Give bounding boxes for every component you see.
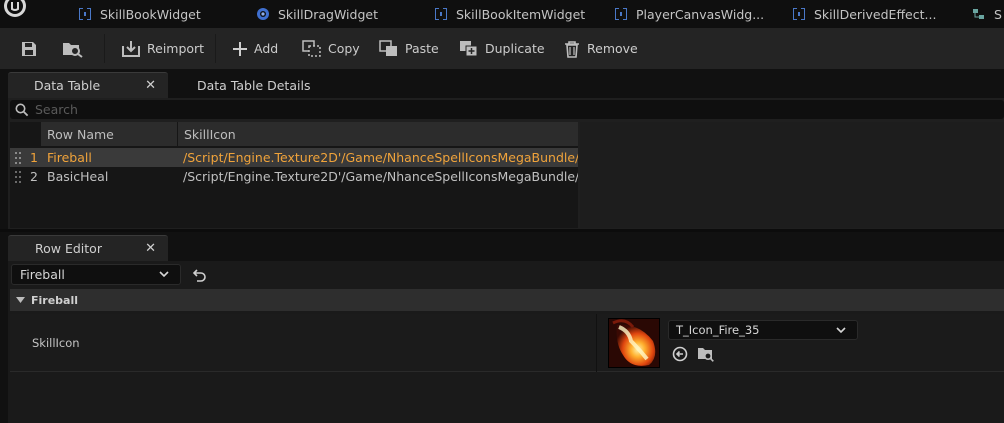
browse-to-asset-icon — [62, 40, 84, 58]
asset-tab-skillderivedeffect[interactable]: SkillDerivedEffect... — [792, 0, 936, 28]
duplicate-row-button[interactable]: Duplicate — [459, 28, 545, 69]
asset-tab-overflow[interactable]: S — [972, 0, 1002, 28]
unreal-logo-icon[interactable] — [4, 0, 26, 22]
column-header-label: SkillIcon — [184, 126, 236, 142]
asset-tab-label: S — [994, 6, 1002, 22]
asset-tab-label: SkillDragWidget — [278, 6, 378, 22]
row-selector-dropdown[interactable]: Fireball — [11, 264, 181, 285]
drag-handle-icon[interactable] — [15, 171, 21, 183]
column-header-label: Row Name — [47, 126, 114, 142]
property-row-skillicon: SkillIcon T_Icon_Fire_35 — [10, 314, 1004, 372]
data-table-tab-bar: Data Table ✕ Data Table Details — [0, 69, 1004, 98]
asset-picker-dropdown[interactable]: T_Icon_Fire_35 — [668, 320, 858, 340]
column-header-skillicon[interactable]: SkillIcon — [178, 122, 578, 146]
reset-row-button[interactable] — [191, 268, 207, 282]
data-table-empty-area — [580, 122, 1004, 228]
save-button[interactable] — [20, 28, 38, 69]
row-skillicon-value: /Script/Engine.Texture2D'/Game/NhanceSpe… — [183, 169, 578, 184]
asset-tab-label: SkillBookItemWidget — [456, 6, 586, 22]
row-skillicon-value: /Script/Engine.Texture2D'/Game/NhanceSpe… — [183, 150, 578, 165]
copy-icon — [302, 39, 322, 58]
tab-row-editor[interactable]: Row Editor ✕ — [8, 235, 168, 261]
remove-row-button[interactable]: Remove — [563, 28, 638, 69]
tab-data-table-details[interactable]: Data Table Details — [170, 72, 350, 98]
column-header-row-name[interactable]: Row Name — [41, 122, 177, 146]
search-box[interactable] — [10, 100, 1004, 119]
asset-picker-value: T_Icon_Fire_35 — [676, 323, 760, 337]
table-row[interactable]: 2 BasicHeal /Script/Engine.Texture2D'/Ga… — [10, 167, 578, 186]
toolbar: Reimport Add Copy Paste Duplicate Remove — [0, 28, 1004, 69]
paste-label: Paste — [405, 41, 439, 56]
category-header[interactable]: Fireball — [10, 289, 1004, 311]
property-label: SkillIcon — [32, 336, 80, 350]
drag-handle-icon[interactable] — [15, 152, 21, 164]
duplicate-icon — [459, 40, 479, 58]
plus-icon — [232, 41, 248, 57]
chevron-down-icon — [835, 324, 847, 336]
row-name: Fireball — [47, 150, 92, 165]
asset-tab-label: SkillBookWidget — [100, 6, 201, 22]
undo-icon — [191, 268, 207, 282]
browse-folder-search-icon — [697, 346, 714, 362]
asset-tab-label: SkillDerivedEffect... — [814, 6, 937, 22]
tab-label: Data Table — [34, 78, 101, 93]
data-asset-icon — [972, 7, 986, 21]
category-label: Fireball — [31, 293, 79, 307]
tab-label: Row Editor — [35, 241, 102, 256]
trash-icon — [563, 40, 581, 58]
save-icon — [20, 40, 38, 58]
paste-icon — [379, 39, 399, 58]
row-selector-value: Fireball — [20, 267, 65, 282]
close-icon[interactable]: ✕ — [145, 78, 156, 93]
texture-thumbnail[interactable] — [608, 318, 660, 368]
asset-tab-skilldragwidget[interactable]: SkillDragWidget — [256, 0, 378, 28]
asset-tab-playercanvaswidget[interactable]: PlayerCanvasWidg... — [614, 0, 764, 28]
blueprint-class-icon — [256, 7, 270, 21]
widget-blueprint-icon — [78, 7, 92, 21]
widget-blueprint-icon — [434, 7, 448, 21]
reimport-icon — [121, 40, 141, 58]
copy-row-button[interactable]: Copy — [302, 28, 360, 69]
property-splitter[interactable] — [596, 314, 597, 372]
add-label: Add — [254, 41, 279, 56]
close-icon[interactable]: ✕ — [145, 241, 156, 256]
browse-to-asset-button[interactable] — [62, 28, 84, 69]
data-table-grid: Row Name SkillIcon 1 Fireball /Script/En… — [10, 122, 578, 228]
copy-label: Copy — [328, 41, 360, 56]
collapse-triangle-icon[interactable] — [16, 296, 25, 304]
paste-row-button[interactable]: Paste — [379, 28, 439, 69]
browse-asset-button[interactable] — [697, 346, 714, 362]
asset-tab-bar: SkillBookWidget SkillDragWidget SkillBoo… — [0, 0, 1004, 28]
asset-tab-label: PlayerCanvasWidg... — [636, 6, 765, 22]
search-icon — [15, 103, 29, 117]
chevron-down-icon — [158, 268, 170, 280]
remove-label: Remove — [587, 41, 638, 56]
table-row[interactable]: 1 Fireball /Script/Engine.Texture2D'/Gam… — [10, 148, 578, 167]
duplicate-label: Duplicate — [485, 41, 545, 56]
reimport-button[interactable]: Reimport — [121, 28, 204, 69]
row-editor-tab-bar: Row Editor ✕ — [0, 232, 1004, 261]
asset-tab-skillbookwidget[interactable]: SkillBookWidget — [78, 0, 201, 28]
row-name: BasicHeal — [47, 169, 109, 184]
use-selected-asset-button[interactable] — [672, 346, 688, 362]
row-number: 1 — [30, 150, 38, 165]
reimport-label: Reimport — [147, 41, 205, 56]
use-selected-arrow-icon — [672, 346, 688, 362]
row-number: 2 — [30, 169, 38, 184]
tab-data-table[interactable]: Data Table ✕ — [8, 72, 168, 98]
search-input[interactable] — [35, 102, 935, 117]
add-row-button[interactable]: Add — [232, 28, 278, 69]
widget-blueprint-icon — [614, 7, 628, 21]
tab-label: Data Table Details — [197, 77, 311, 93]
asset-tab-skillbookitemwidget[interactable]: SkillBookItemWidget — [434, 0, 585, 28]
widget-blueprint-icon — [792, 7, 806, 21]
